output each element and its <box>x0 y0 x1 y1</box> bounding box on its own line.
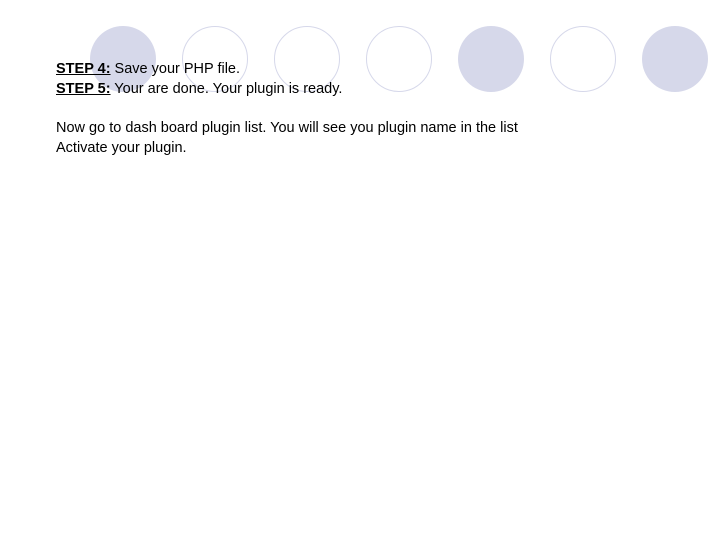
step-text: Your are done. Your plugin is ready. <box>111 81 343 97</box>
body-text: Now go to dash board plugin list. You wi… <box>56 119 666 139</box>
slide-content: STEP 4: Save your PHP file. STEP 5: Your… <box>56 60 666 158</box>
step-line: STEP 4: Save your PHP file. <box>56 60 666 80</box>
body-text: Activate your plugin. <box>56 139 666 159</box>
step-label: STEP 5: <box>56 81 111 97</box>
step-text: Save your PHP file. <box>111 61 241 77</box>
step-line: STEP 5: Your are done. Your plugin is re… <box>56 80 666 100</box>
step-label: STEP 4: <box>56 61 111 77</box>
